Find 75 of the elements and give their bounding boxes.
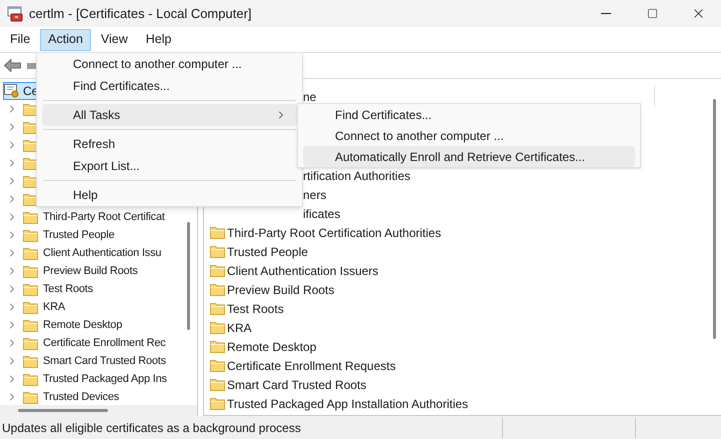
tree-item[interactable]: Preview Build Roots [43,262,138,280]
list-item[interactable]: Trusted People [227,242,308,260]
menu-entry[interactable]: Help [42,184,297,206]
status-text: Updates all eligible certificates as a background process [1,420,302,436]
folder-icon [23,318,38,332]
folder-icon [210,397,225,410]
folder-icon [23,282,38,296]
tree-item[interactable]: Trusted Packaged App Ins [43,370,167,388]
list-item[interactable]: Trusted Packaged App Installation Authorities [227,394,468,412]
folder-icon [23,246,38,260]
tree-item[interactable]: KRA [43,298,66,316]
list-item[interactable]: Test Roots [227,300,284,318]
folder-icon [23,336,38,350]
folder-icon [23,264,38,278]
list-item[interactable]: Preview Build Roots [227,280,334,298]
menu-entry[interactable]: Find Certificates... [42,75,297,97]
menu-item[interactable]: View [92,28,136,50]
scrollbar-thumb[interactable] [187,222,190,330]
tree-item[interactable]: Client Authentication Issu [43,244,162,262]
folder-icon [23,300,38,314]
tree-item[interactable]: Smart Card Trusted Roots [43,352,166,370]
tree-item[interactable]: Test Roots [43,280,93,298]
folder-icon [210,321,225,334]
folder-icon [23,102,38,116]
menu-item[interactable]: Help [138,28,180,50]
tree-item[interactable]: Trusted Devices [43,388,120,405]
menu-entry[interactable]: Export List... [42,155,297,177]
minimize-icon [601,13,611,14]
tree-item[interactable]: Trusted People [43,226,114,244]
tree-item[interactable]: Third-Party Root Certificat [43,208,165,226]
scrollbar-thumb[interactable] [18,409,108,412]
scrollbar-thumb[interactable] [713,99,716,339]
folder-icon [210,245,225,258]
tree-item[interactable]: Certificate Enrollment Rec [43,334,166,352]
folder-icon [210,302,225,315]
folder-icon [23,192,38,206]
menu-entry[interactable]: Refresh [42,133,297,155]
folder-icon [23,210,38,224]
tree-item[interactable]: Remote Desktop [43,316,122,334]
certificate-icon [4,84,20,98]
list-item[interactable]: Remote Desktop [227,338,316,356]
folder-icon [23,120,38,134]
maximize-icon [646,8,658,19]
menu-entry[interactable]: Connect to another computer ... [303,125,635,146]
list-item[interactable]: ners [303,186,326,204]
folder-icon [23,138,38,152]
list-item[interactable]: Certificate Enrollment Requests [227,356,396,374]
folder-icon [210,359,225,372]
menu-entry[interactable]: Automatically Enroll and Retrieve Certificates... [303,146,635,167]
list-item[interactable]: Third-Party Root Certification Authorities [227,224,442,242]
folder-icon [23,156,38,170]
list-item[interactable]: Smart Card Trusted Roots [227,376,366,394]
folder-icon [210,226,225,239]
folder-icon [23,372,38,386]
menu-entry[interactable]: Find Certificates... [303,104,635,125]
list-item[interactable]: rtification Authorities [303,166,410,184]
folder-icon [23,174,38,188]
folder-icon [23,228,38,242]
list-item[interactable]: Client Authentication Issuers [227,262,378,280]
list-item[interactable]: ificates [303,204,340,222]
list-item[interactable]: KRA [227,318,252,336]
folder-icon [210,378,225,391]
column-header[interactable]: ne [303,88,316,106]
menu-entry[interactable]: All Tasks [42,104,297,126]
app-icon [7,6,23,22]
folder-icon [23,354,38,368]
folder-icon [210,340,225,353]
folder-icon [210,264,225,277]
menu-item[interactable]: File [2,28,38,50]
window-title: certlm - [Certificates - Local Computer] [29,4,252,23]
back-arrow-icon[interactable] [4,59,21,72]
menu-item[interactable]: Action [40,28,91,50]
folder-icon [210,283,225,296]
folder-icon [23,390,38,404]
menu-entry[interactable]: Connect to another computer ... [42,53,297,75]
